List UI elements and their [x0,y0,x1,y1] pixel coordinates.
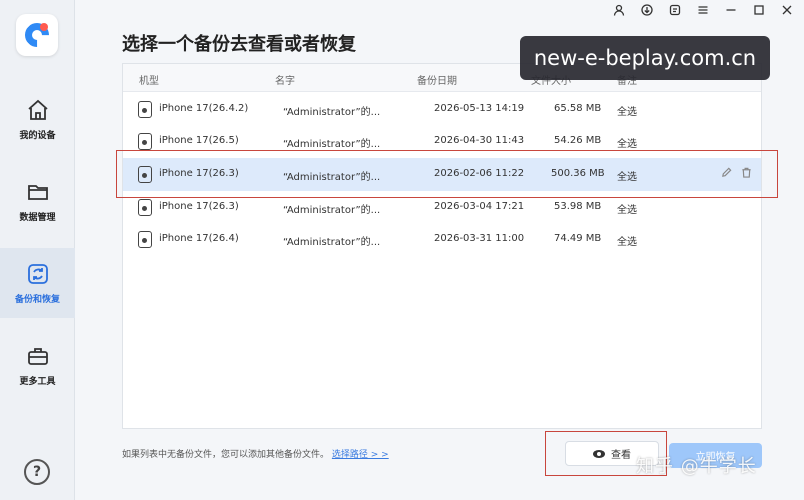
sidebar-item-label: 备份和恢复 [14,294,60,305]
minimize-icon[interactable] [724,3,738,17]
home-icon [27,99,48,120]
backup-restore-icon [27,263,48,284]
help-button[interactable]: ? [24,459,50,485]
hint-message: 如果列表中无备份文件，您可以添加其他备份文件。 [122,450,330,460]
sidebar-item-label: 我的设备 [19,130,56,141]
cell-note: 全选 [617,107,637,118]
cell-model: iPhone 17(26.4) [159,233,239,244]
cell-note: 全选 [617,139,637,150]
cell-note: 全选 [617,237,637,248]
cell-date: 2026-04-30 11:43 [434,135,525,146]
user-icon[interactable] [612,3,626,17]
column-header-model: 机型 [139,76,159,87]
table-row[interactable]: iPhone 17(26.4.2) “Administrator”的... 20… [123,93,761,126]
cell-size: 65.58 MB [554,103,602,114]
choose-path-link[interactable]: 选择路径 > > [332,450,389,460]
phone-backup-icon [138,231,152,248]
hint-text: 如果列表中无备份文件，您可以添加其他备份文件。 选择路径 > > [122,447,389,460]
watermark-url: new-e-beplay.com.cn [520,36,770,80]
help-icon: ? [32,464,42,480]
phone-backup-icon [138,199,152,216]
window-controls [612,3,794,17]
cell-model: iPhone 17(26.5) [159,135,239,146]
cell-size: 53.98 MB [554,201,602,212]
phone-backup-icon [138,133,152,150]
backup-table: 机型 名字 备份日期 文件大小 备注 iPhone 17(26.4.2) “Ad… [122,63,762,429]
cell-size: 54.26 MB [554,135,602,146]
cell-note: 全选 [617,205,637,216]
sidebar-item-my-device[interactable]: 我的设备 [0,84,75,154]
cell-date: 2026-03-04 17:21 [434,201,525,212]
table-row[interactable]: iPhone 17(26.4) “Administrator”的... 2026… [123,223,761,256]
sidebar-item-label: 更多工具 [19,376,56,387]
cell-date: 2026-05-13 14:19 [434,103,525,114]
cell-name: “Administrator”的... [283,237,381,248]
sidebar-item-label: 数据管理 [19,212,56,223]
sidebar-item-backup-restore[interactable]: 备份和恢复 [0,248,75,318]
menu-icon[interactable] [696,3,710,17]
note-icon[interactable] [668,3,682,17]
column-header-name: 名字 [275,76,295,87]
column-header-date: 备份日期 [417,76,457,87]
selected-row-highlight-box [116,150,778,198]
page-title: 选择一个备份去查看或者恢复 [122,34,356,55]
sidebar: 我的设备 数据管理 备份和恢复 更多工具 ? [0,0,75,500]
cell-model: iPhone 17(26.4.2) [159,103,249,114]
phone-backup-icon [138,101,152,118]
maximize-icon[interactable] [752,3,766,17]
cell-date: 2026-03-31 11:00 [434,233,525,244]
watermark-zhihu: 知乎 @牛学长 [636,456,757,477]
folder-icon [27,184,48,200]
sidebar-item-more-tools[interactable]: 更多工具 [0,330,75,400]
cell-name: “Administrator”的... [283,139,381,150]
cell-name: “Administrator”的... [283,107,381,118]
toolbox-icon [27,347,48,365]
cell-name: “Administrator”的... [283,205,381,216]
close-icon[interactable] [780,3,794,17]
cell-model: iPhone 17(26.3) [159,201,239,212]
sidebar-item-data-management[interactable]: 数据管理 [0,166,75,236]
cell-size: 74.49 MB [554,233,602,244]
download-icon[interactable] [640,3,654,17]
app-logo [16,14,58,56]
